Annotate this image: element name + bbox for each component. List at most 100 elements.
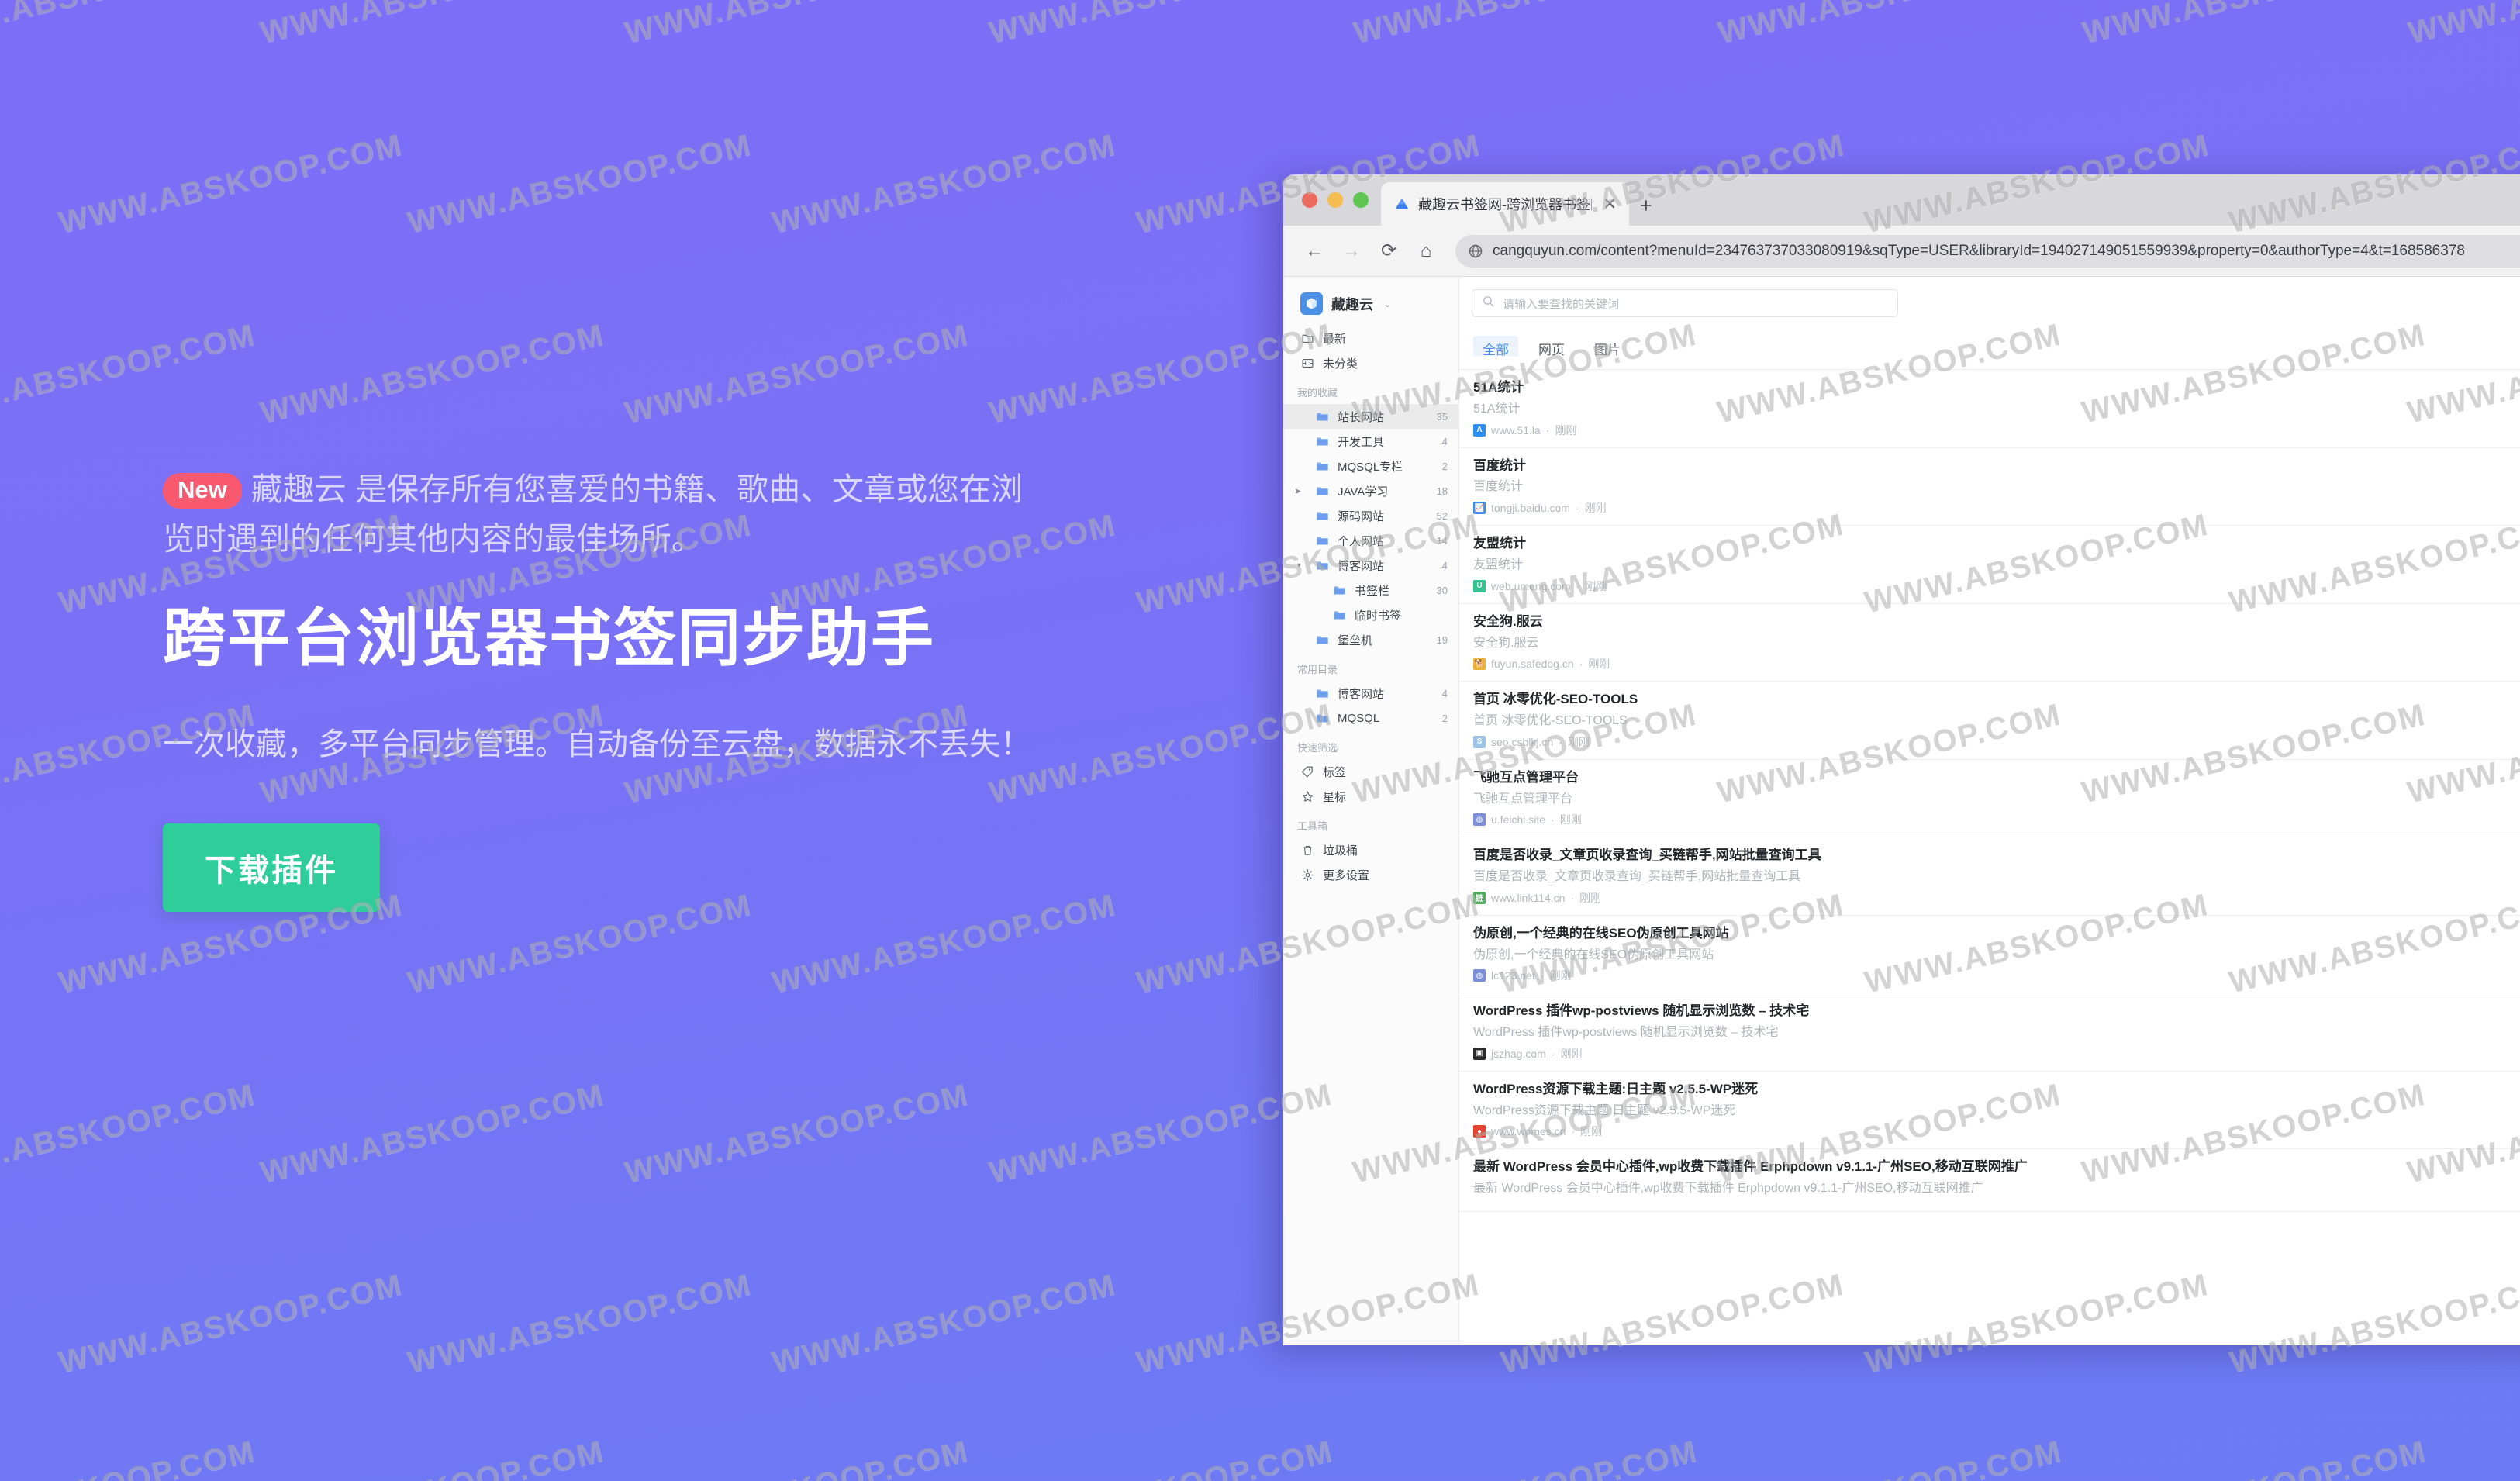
search-input[interactable]: 请输入要查找的关键词 <box>1472 289 1898 317</box>
bookmark-domain: www.link114.cn <box>1491 892 1565 904</box>
brand[interactable]: 藏趣云 ⌄ <box>1283 288 1458 326</box>
sidebar-item-0-9[interactable]: ▶堡垒机19 <box>1283 627 1458 652</box>
reload-icon[interactable]: ⟳ <box>1373 236 1404 267</box>
bookmark-meta: Awww.51.la·刚刚 <box>1473 423 2520 438</box>
bookmark-domain: fuyun.safedog.cn <box>1491 658 1574 670</box>
bookmark-domain: web.umeng.com <box>1491 580 1571 592</box>
back-icon[interactable]: ← <box>1299 236 1330 267</box>
sidebar-section-title: 常用目录 <box>1283 652 1458 681</box>
new-tab-icon[interactable]: + <box>1640 195 1652 216</box>
sidebar-item-0-6[interactable]: ▼博客网站4 <box>1283 553 1458 578</box>
bookmark-description: WordPress 插件wp-postviews 随机显示浏览数 – 技术宅 <box>1473 1024 2520 1041</box>
browser-tab-title: 藏趣云书签网-跨浏览器书签同步 <box>1418 194 1592 214</box>
watermark-text: WWW.ABSKOOP.COM <box>621 1078 972 1191</box>
watermark-text: WWW.ABSKOOP.COM <box>621 0 972 50</box>
bookmark-item[interactable]: 伪原创,一个经典的在线SEO伪原创工具网站伪原创,一个经典的在线SEO伪原创工具… <box>1459 916 2520 994</box>
bookmark-separator: · <box>1552 1048 1555 1060</box>
bookmark-item[interactable]: 百度是否收录_文章页收录查询_买链帮手,网站批量查询工具百度是否收录_文章页收录… <box>1459 837 2520 916</box>
bookmark-item[interactable]: WordPress资源下载主题:日主题 v2.5.5-WP迷死 WordPress… <box>1459 1072 2520 1150</box>
sidebar-item-0-0[interactable]: ▶站长网站35 <box>1283 404 1458 429</box>
bookmark-item[interactable]: 最新 WordPress 会员中心插件,wp收费下载插件 Erphpdown v… <box>1459 1149 2520 1212</box>
content-tab-1[interactable]: 网页 <box>1529 336 1574 369</box>
close-window-icon[interactable] <box>1302 192 1317 208</box>
site-favicon-icon: 链 <box>1473 892 1486 904</box>
hero-lede: New藏趣云 是保存所有您喜爱的书籍、歌曲、文章或您在浏览时遇到的任何其他内容的… <box>163 465 1055 564</box>
bookmark-separator: · <box>1571 1125 1575 1138</box>
bookmark-time: 刚刚 <box>1555 423 1576 438</box>
bookmark-title: 友盟统计 <box>1473 535 2520 553</box>
sidebar-item-0-3[interactable]: ▶JAVA学习18 <box>1283 478 1458 503</box>
site-favicon-icon: S <box>1473 736 1486 748</box>
sidebar-item-label: 星标 <box>1323 789 1346 805</box>
sidebar-item-0-1[interactable]: ▶开发工具4 <box>1283 429 1458 454</box>
page-title: 跨平台浏览器书签同步助手 <box>163 602 1055 677</box>
bookmark-title: 安全狗.服云 <box>1473 613 2520 631</box>
home-icon[interactable]: ⌂ <box>1410 236 1441 267</box>
sidebar-item-0-4[interactable]: ▶源码网站52 <box>1283 503 1458 528</box>
content-tab-0[interactable]: 全部 <box>1473 336 1518 369</box>
sidebar-item-0-5[interactable]: ▶个人网站14 <box>1283 528 1458 553</box>
close-tab-icon[interactable]: ✕ <box>1600 196 1620 212</box>
bookmark-title: WordPress资源下载主题:日主题 v2.5.5-WP迷死 <box>1473 1081 2520 1099</box>
watermark-text: WWW.ABSKOOP.COM <box>257 318 607 431</box>
tag-icon <box>1300 765 1314 778</box>
bookmark-time: 刚刚 <box>1560 812 1582 827</box>
bookmark-item[interactable]: 首页 冰零优化-SEO-TOOLS首页 冰零优化-SEO-TOOLSSseo.c… <box>1459 682 2520 760</box>
sidebar-item-3-1[interactable]: 更多设置 <box>1283 862 1458 887</box>
sidebar-item-1-1[interactable]: ▶MQSQL2 <box>1283 706 1458 730</box>
watermark-text: WWW.ABSKOOP.COM <box>0 318 258 431</box>
chevron-down-icon[interactable]: ⌄ <box>1383 298 1392 310</box>
sidebar-item-2-1[interactable]: 星标 <box>1283 784 1458 809</box>
bookmark-domain: u.feichi.site <box>1491 813 1545 826</box>
watermark-text: WWW.ABSKOOP.COM <box>2079 0 2429 50</box>
bookmark-title: 51A统计 <box>1473 379 2520 397</box>
bookmark-title: 伪原创,一个经典的在线SEO伪原创工具网站 <box>1473 925 2520 943</box>
bookmark-description: WordPress资源下载主题:日主题 v2.5.5-WP迷死 <box>1473 1103 2520 1120</box>
bookmark-item[interactable]: 友盟统计友盟统计Uweb.umeng.com·刚刚 <box>1459 526 2520 604</box>
bookmark-description: 飞驰互点管理平台 <box>1473 791 2520 808</box>
folder-icon <box>1315 434 1329 448</box>
sidebar-section-title: 我的收藏 <box>1283 375 1458 404</box>
maximize-window-icon[interactable] <box>1353 192 1369 208</box>
search-area: 请输入要查找的关键词 <box>1459 289 2520 317</box>
sidebar-item-uncategorized[interactable]: 未分类 <box>1283 350 1458 375</box>
bookmark-item[interactable]: 安全狗.服云安全狗.服云🐕fuyun.safedog.cn·刚刚 <box>1459 604 2520 682</box>
address-bar[interactable]: cangquyun.com/content?menuId=23476373703… <box>1455 235 2520 268</box>
sidebar-section-title: 工具箱 <box>1283 809 1458 837</box>
chevron-down-icon[interactable]: ▼ <box>1296 561 1305 569</box>
bookmark-item[interactable]: 百度统计百度统计📈tongji.baidu.com·刚刚 <box>1459 448 2520 526</box>
sidebar-item-3-0[interactable]: 垃圾桶 <box>1283 837 1458 862</box>
sidebar-item-0-2[interactable]: ▶MQSQL专栏2 <box>1283 454 1458 478</box>
sidebar-item-label: 垃圾桶 <box>1323 842 1358 858</box>
sidebar-item-0-8[interactable]: ▶临时书签 <box>1283 602 1458 627</box>
folder-icon <box>1315 459 1329 473</box>
bookmark-item[interactable]: 飞驰互点管理平台飞驰互点管理平台◍u.feichi.site·刚刚 <box>1459 760 2520 838</box>
forward-icon[interactable]: → <box>1336 236 1367 267</box>
bookmark-meta: Uweb.umeng.com·刚刚 <box>1473 578 2520 594</box>
inbox-icon <box>1300 356 1314 370</box>
bookmark-title: 百度是否收录_文章页收录查询_买链帮手,网站批量查询工具 <box>1473 847 2520 865</box>
browser-tab[interactable]: 藏趣云书签网-跨浏览器书签同步 ✕ <box>1381 182 1629 226</box>
sidebar-item-1-0[interactable]: ▶博客网站4 <box>1283 681 1458 706</box>
watermark-text: WWW.ABSKOOP.COM <box>621 1434 972 1481</box>
sidebar-item-0-7[interactable]: ▶书签栏30 <box>1283 578 1458 602</box>
minimize-window-icon[interactable] <box>1327 192 1343 208</box>
sidebar-item-count: 4 <box>1442 560 1448 571</box>
content-tab-2[interactable]: 图片 <box>1585 336 1630 369</box>
folder-icon <box>1315 509 1329 523</box>
sidebar-item-2-0[interactable]: 标签 <box>1283 759 1458 784</box>
hero-subtitle: 一次收藏，多平台同步管理。自动备份至云盘，数据永不丢失！ <box>163 720 1055 769</box>
bookmark-item[interactable]: 51A统计51A统计Awww.51.la·刚刚 <box>1459 370 2520 448</box>
download-plugin-button[interactable]: 下载插件 <box>163 823 380 912</box>
bookmark-item[interactable]: WordPress 插件wp-postviews 随机显示浏览数 – 技术宅Wo… <box>1459 993 2520 1072</box>
cangquyun-favicon-icon <box>1393 195 1410 212</box>
folder-outline-icon <box>1300 331 1314 345</box>
sidebar-item-label: 博客网站 <box>1338 685 1384 702</box>
browser-toolbar: ← → ⟳ ⌂ cangquyun.com/content?menuId=234… <box>1283 226 2520 277</box>
bookmark-domain: www.51.la <box>1491 424 1541 437</box>
bookmark-time: 刚刚 <box>1585 578 1607 594</box>
chevron-right-icon[interactable]: ▶ <box>1296 487 1305 495</box>
sidebar-item-latest[interactable]: 最新 <box>1283 326 1458 350</box>
sidebar-item-label: 源码网站 <box>1338 508 1384 524</box>
sidebar-item-count: 30 <box>1437 585 1448 596</box>
